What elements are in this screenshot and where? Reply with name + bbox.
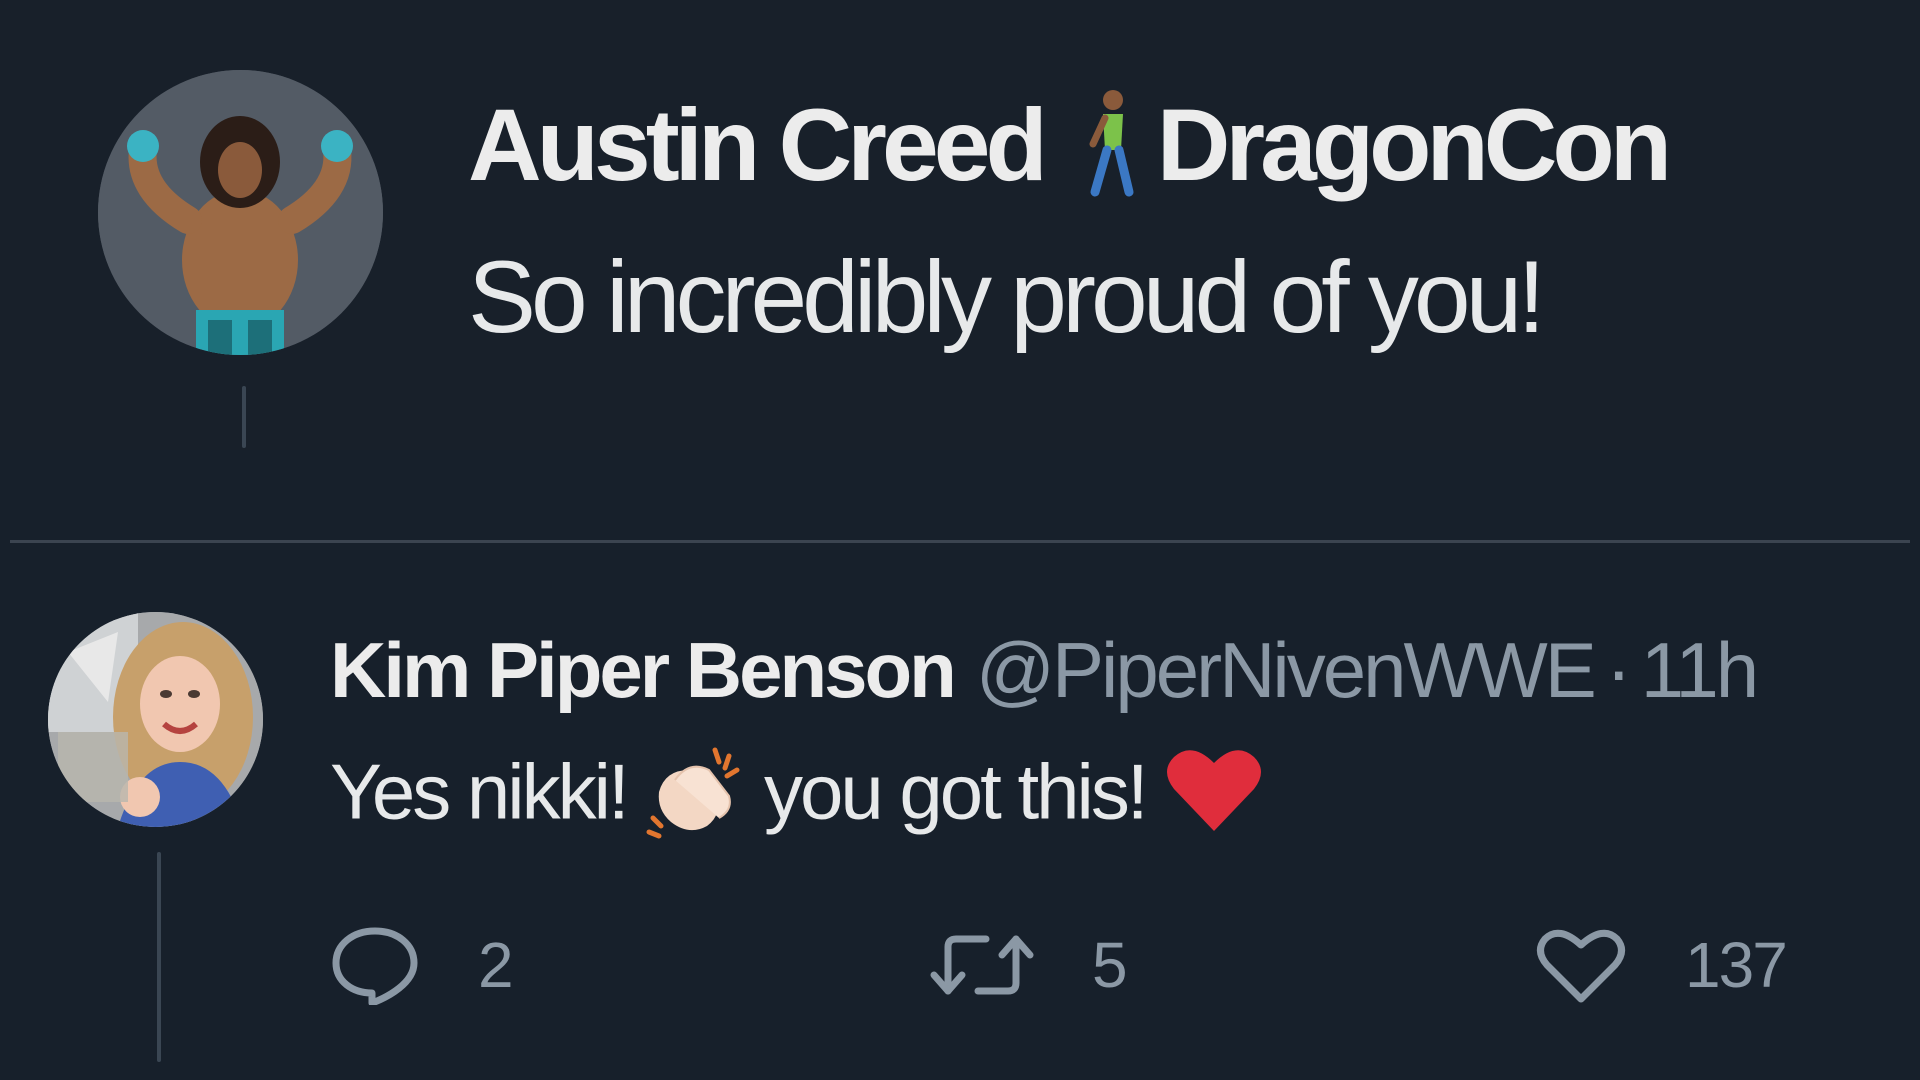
parent-name-suffix: DragonCon [1156,87,1672,202]
reply-button[interactable]: 2 [330,915,514,1015]
reply-text-part1: Yes nikki! [330,747,630,836]
retweet-count: 5 [1092,929,1128,1001]
reply-tweet-text: Yes nikki! you got this! [330,740,1264,856]
reply-timestamp[interactable]: 11h [1641,626,1759,714]
divider [10,540,1910,543]
avatar[interactable] [98,70,383,355]
like-button[interactable]: 137 [1535,915,1788,1015]
thread-connector-line [242,386,246,448]
reply-count: 2 [478,929,514,1001]
action-bar: 2 5 137 [0,915,1920,1015]
comment-bubble-icon [332,927,418,1005]
parent-display-name[interactable]: Austin Creed [468,88,1048,202]
retweet-button[interactable]: 5 [930,915,1128,1015]
heart-outline-icon [1537,929,1625,1003]
reply-text-part2: you got this! [763,747,1149,836]
person-walking-icon [1085,88,1137,218]
reply-display-name[interactable]: Kim Piper Benson [330,626,957,714]
red-heart-icon [1164,745,1264,851]
retweet-icon [930,935,1034,995]
header-separator: · [1605,626,1632,714]
parent-tweet[interactable]: Austin Creed DragonCon So incredibly pro… [0,0,1920,450]
avatar-wrestler-image [98,70,383,355]
parent-tweet-text: So incredibly proud of you! [468,240,1546,354]
tweet-thread: Austin Creed DragonCon So incredibly pro… [0,0,1920,1080]
avatar[interactable] [48,612,263,827]
reply-tweet-header: Kim Piper Benson @PiperNivenWWE · 11h [330,626,1759,714]
clapping-hands-icon [645,740,745,856]
reply-handle[interactable]: @PiperNivenWWE [976,626,1597,714]
parent-tweet-header: Austin Creed DragonCon [468,87,1672,218]
avatar-person-image [48,612,263,827]
like-count: 137 [1685,929,1788,1001]
